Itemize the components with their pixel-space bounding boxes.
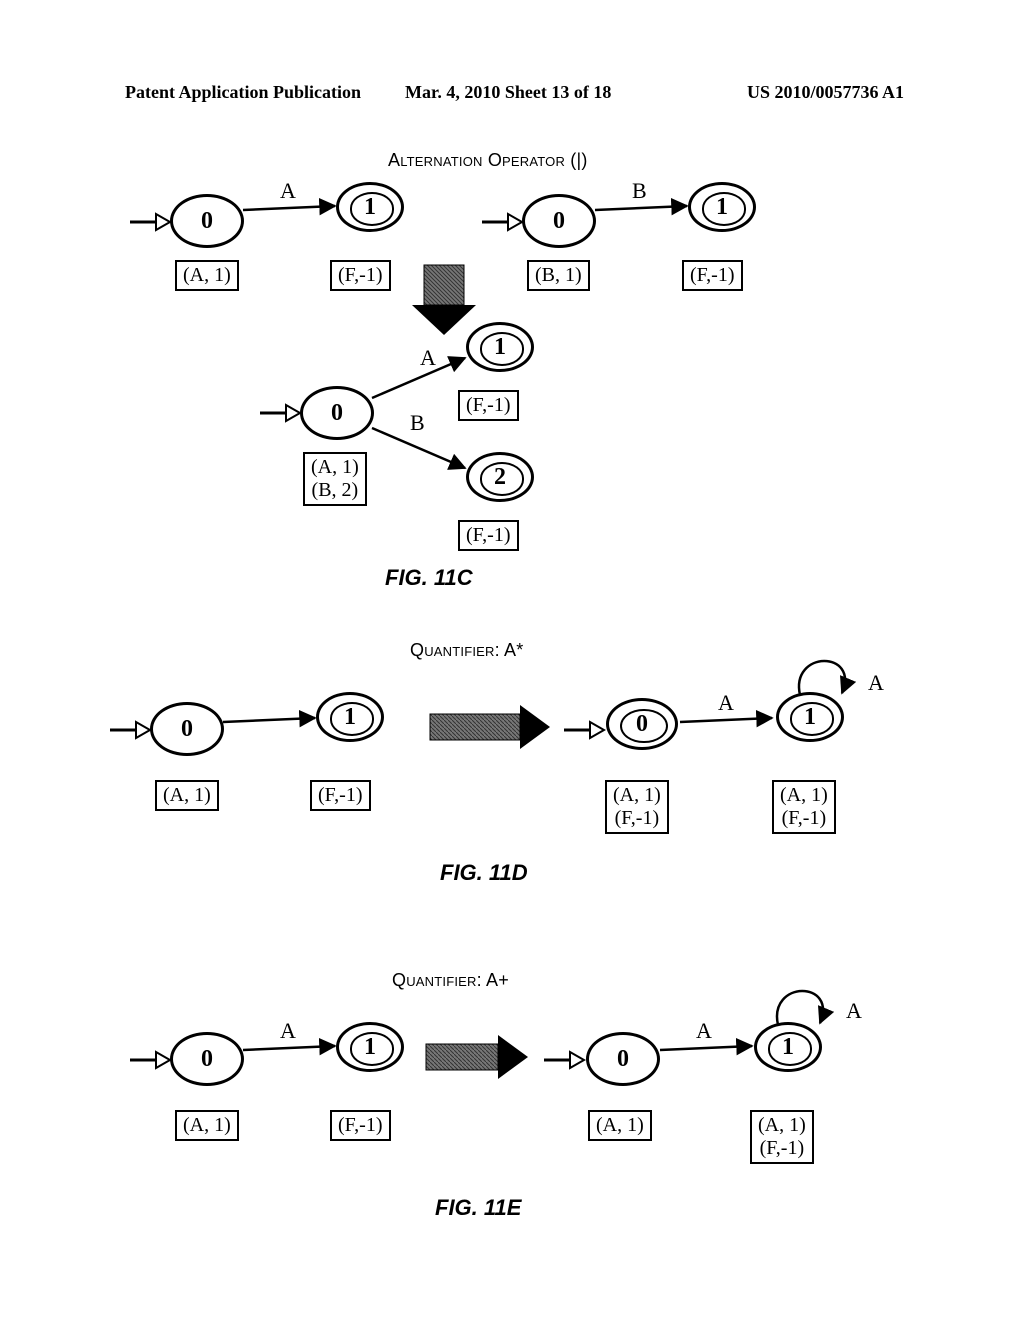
f11c-b-node2: 2 — [466, 452, 534, 502]
f11e-r-edge01: A — [696, 1018, 712, 1044]
f11e-l-edge: A — [280, 1018, 296, 1044]
f11c-b-node1: 1 — [466, 322, 534, 372]
header-left: Patent Application Publication — [125, 82, 361, 103]
f11d-r-edgeloop: A — [868, 670, 884, 696]
f11c-tl-box1: (F,-1) — [330, 260, 391, 291]
f11c-b-node0: 0 — [300, 386, 374, 440]
f11d-r-box0: (A, 1) (F,-1) — [605, 780, 669, 834]
f11c-b-box0: (A, 1) (B, 2) — [303, 452, 367, 506]
header-right: US 2010/0057736 A1 — [747, 82, 904, 103]
f11e-r-node0: 0 — [586, 1032, 660, 1086]
f11c-tr-edge-label: B — [632, 178, 647, 204]
f11c-b-box1: (F,-1) — [458, 390, 519, 421]
f11d-r-edge01: A — [718, 690, 734, 716]
f11d-l-node0: 0 — [150, 702, 224, 756]
f11d-l-box1: (F,-1) — [310, 780, 371, 811]
fig-11d: Quantifier: A* 0 1 (A, 1) (F,-1) 0 — [100, 640, 920, 910]
f11e-l-node1: 1 — [336, 1022, 404, 1072]
f11e-r-box0: (A, 1) — [588, 1110, 652, 1141]
fig-11e: Quantifier: A+ 0 1 A (A, 1) (F,-1) 0 1 A… — [130, 970, 920, 1250]
f11c-tl-edge-label: A — [280, 178, 296, 204]
f11d-l-box0: (A, 1) — [155, 780, 219, 811]
f11d-l-node1: 1 — [316, 692, 384, 742]
fig11c-title: Alternation Operator (|) — [388, 150, 588, 171]
f11c-tl-node1: 1 — [336, 182, 404, 232]
header-mid: Mar. 4, 2010 Sheet 13 of 18 — [405, 82, 611, 103]
f11c-tl-node0: 0 — [170, 194, 244, 248]
f11e-l-node0: 0 — [170, 1032, 244, 1086]
f11c-b-box2: (F,-1) — [458, 520, 519, 551]
f11c-b-edgeB: B — [410, 410, 425, 436]
f11c-tr-box0: (B, 1) — [527, 260, 590, 291]
fig11c-caption: FIG. 11C — [385, 565, 473, 591]
fig11d-caption: FIG. 11D — [440, 860, 528, 886]
fig-11c: Alternation Operator (|) — [120, 150, 920, 620]
f11e-l-box0: (A, 1) — [175, 1110, 239, 1141]
f11d-r-box1: (A, 1) (F,-1) — [772, 780, 836, 834]
f11e-l-box1: (F,-1) — [330, 1110, 391, 1141]
f11e-r-edgeloop: A — [846, 998, 862, 1024]
fig11e-caption: FIG. 11E — [435, 1195, 521, 1221]
f11c-b-edgeA: A — [420, 345, 436, 371]
f11c-tr-node1: 1 — [688, 182, 756, 232]
f11d-r-node1: 1 — [776, 692, 844, 742]
f11d-r-node0: 0 — [606, 698, 678, 750]
fig11e-title: Quantifier: A+ — [392, 970, 509, 991]
f11c-tr-node0: 0 — [522, 194, 596, 248]
f11c-tr-box1: (F,-1) — [682, 260, 743, 291]
fig11d-title: Quantifier: A* — [410, 640, 523, 661]
f11e-r-node1: 1 — [754, 1022, 822, 1072]
f11c-tl-box0: (A, 1) — [175, 260, 239, 291]
f11e-r-box1: (A, 1) (F,-1) — [750, 1110, 814, 1164]
